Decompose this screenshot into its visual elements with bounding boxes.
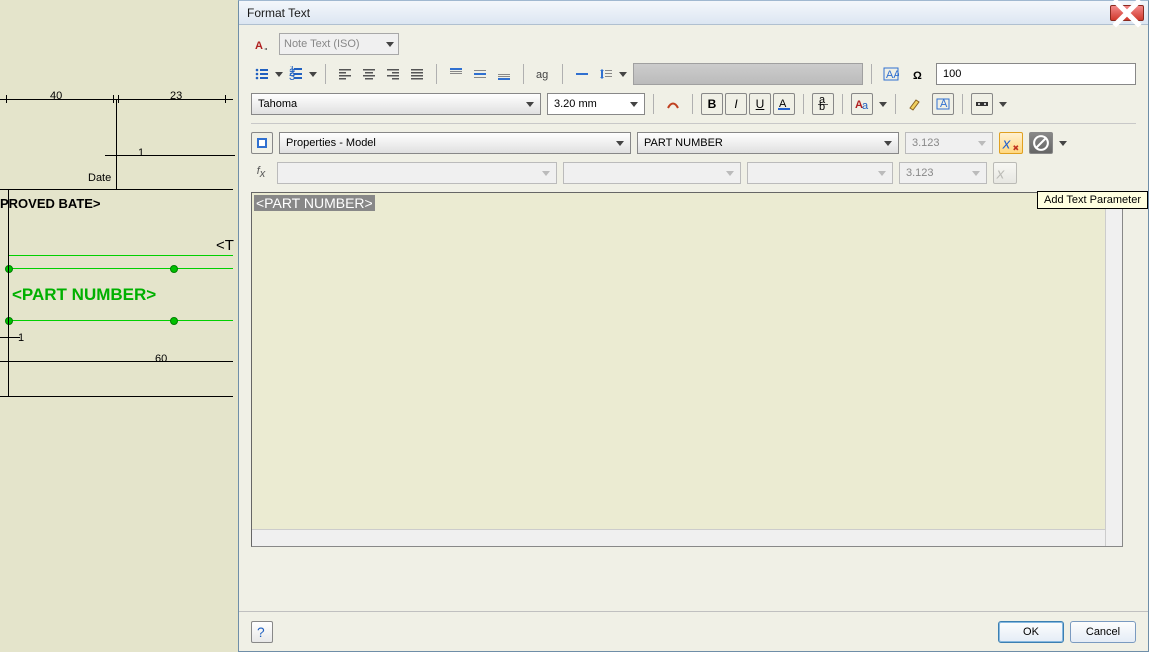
svg-text:Ω: Ω: [913, 70, 922, 82]
character-map-button[interactable]: Aa: [851, 93, 873, 115]
valign-bottom-button[interactable]: [493, 63, 515, 85]
fx-param2-dropdown: [747, 162, 893, 184]
help-button[interactable]: ?: [251, 621, 273, 643]
fit-text-button[interactable]: AA: [880, 63, 902, 85]
ruler-dropdown[interactable]: [999, 93, 1007, 115]
dialog-footer: ? OK Cancel: [239, 611, 1148, 651]
dialog-title: Format Text: [243, 6, 1110, 20]
align-left-button[interactable]: [334, 63, 356, 85]
stretch-button[interactable]: Ω: [908, 63, 930, 85]
align-center-button[interactable]: [358, 63, 380, 85]
bold-button[interactable]: B: [701, 93, 723, 115]
diameter-symbol-button[interactable]: [1029, 132, 1053, 154]
charmap-dropdown[interactable]: [879, 93, 887, 115]
underline-button[interactable]: U: [749, 93, 771, 115]
format-text-dialog: Format Text A Note Text (ISO) 123: [238, 0, 1149, 652]
svg-text:AA: AA: [886, 69, 899, 81]
fx-source-dropdown: [277, 162, 557, 184]
symbol-dropdown[interactable]: [1059, 132, 1067, 154]
font-dropdown[interactable]: Tahoma: [251, 93, 541, 115]
ok-button[interactable]: OK: [998, 621, 1064, 643]
bullet-dropdown[interactable]: [275, 63, 283, 85]
bullet-list-button[interactable]: [251, 63, 273, 85]
precision1-value: 3.123: [912, 137, 940, 149]
add-text-parameter-button[interactable]: x: [999, 132, 1023, 154]
text-style-icon[interactable]: A: [251, 33, 273, 55]
property-source-value: Properties - Model: [286, 137, 376, 149]
svg-text:x: x: [996, 166, 1005, 183]
horizontal-scrollbar[interactable]: [252, 529, 1105, 546]
component-icon[interactable]: [251, 132, 273, 154]
text-box-button[interactable]: A: [932, 93, 954, 115]
vertical-scrollbar[interactable]: [1105, 193, 1122, 546]
svg-text:x: x: [1002, 136, 1011, 153]
dim-40: 40: [50, 90, 62, 102]
svg-text:ag: ag: [536, 69, 548, 81]
tooltip: Add Text Parameter: [1037, 191, 1148, 209]
property-name-value: PART NUMBER: [644, 137, 723, 149]
svg-text:3: 3: [289, 71, 295, 82]
tag-t: <T: [216, 237, 234, 254]
font-value: Tahoma: [258, 98, 297, 110]
svg-text:A: A: [940, 98, 948, 110]
dim-60: 60: [155, 353, 167, 365]
dim-23: 23: [170, 90, 182, 102]
precision2-dropdown: 3.123: [899, 162, 987, 184]
stacked-text-button[interactable]: ab: [812, 93, 834, 115]
approved-text: PROVED BATE>: [0, 196, 101, 211]
svg-text:b: b: [819, 101, 825, 112]
ruler-button[interactable]: [971, 93, 993, 115]
line-spacing-button[interactable]: [595, 63, 617, 85]
add-fx-parameter-button: x: [993, 162, 1017, 184]
dim-1a: 1: [138, 147, 144, 159]
stretch-input[interactable]: [936, 63, 1136, 85]
align-justify-button[interactable]: [406, 63, 428, 85]
valign-top-button[interactable]: [445, 63, 467, 85]
svg-text:?: ?: [257, 625, 265, 640]
size-value: 3.20 mm: [554, 98, 597, 110]
valign-middle-button[interactable]: [469, 63, 491, 85]
property-source-dropdown[interactable]: Properties - Model: [279, 132, 631, 154]
date-label: Date: [88, 172, 111, 184]
dim-1b: 1: [18, 332, 24, 344]
text-content-selection[interactable]: <PART NUMBER>: [254, 195, 375, 211]
property-name-dropdown[interactable]: PART NUMBER: [637, 132, 899, 154]
fx-param-dropdown: [563, 162, 741, 184]
cancel-button[interactable]: Cancel: [1070, 621, 1136, 643]
italic-button[interactable]: I: [725, 93, 747, 115]
line-spacing-dropdown[interactable]: [619, 63, 627, 85]
highlight-button[interactable]: [904, 93, 926, 115]
dialog-titlebar[interactable]: Format Text: [239, 1, 1148, 25]
precision2-value: 3.123: [906, 167, 934, 179]
align-right-button[interactable]: [382, 63, 404, 85]
font-color-button[interactable]: A: [773, 93, 795, 115]
precision1-dropdown: 3.123: [905, 132, 993, 154]
line-spacing-single-button[interactable]: [571, 63, 593, 85]
svg-text:A: A: [255, 40, 263, 52]
case-toggle-button[interactable]: ag: [532, 63, 554, 85]
number-list-button[interactable]: 123: [285, 63, 307, 85]
number-dropdown[interactable]: [309, 63, 317, 85]
spacing-value-field[interactable]: [633, 63, 863, 85]
clear-format-button[interactable]: [662, 93, 684, 115]
text-edit-area[interactable]: <PART NUMBER>: [251, 192, 1123, 547]
fx-label: fx: [251, 165, 271, 180]
size-dropdown[interactable]: 3.20 mm: [547, 93, 645, 115]
part-number-placeholder[interactable]: <PART NUMBER>: [12, 285, 156, 305]
style-dropdown[interactable]: Note Text (ISO): [279, 33, 399, 55]
close-button[interactable]: [1110, 5, 1144, 21]
style-dropdown-value: Note Text (ISO): [284, 38, 360, 50]
svg-text:a: a: [862, 100, 869, 112]
